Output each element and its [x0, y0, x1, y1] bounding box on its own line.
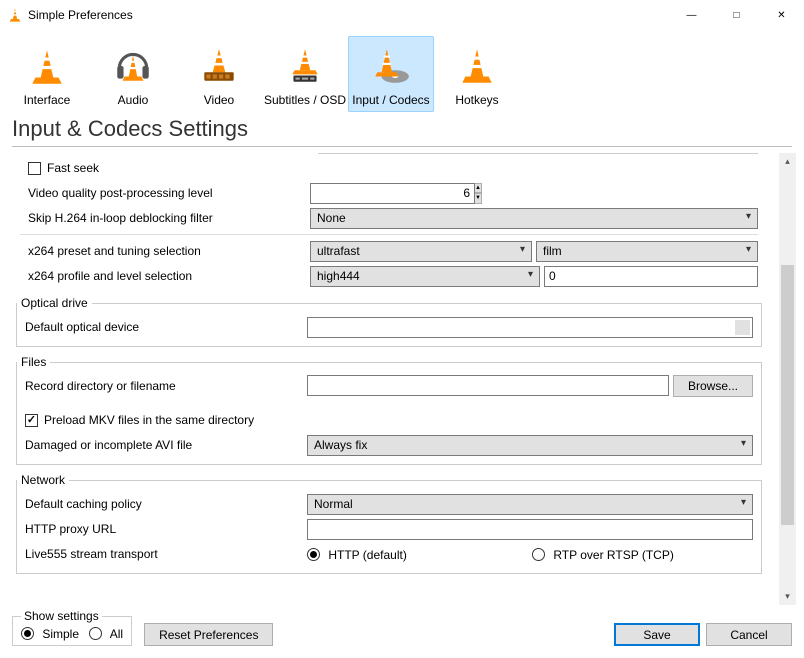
- scroll-track[interactable]: [779, 170, 796, 588]
- show-all-radio[interactable]: [89, 627, 102, 640]
- page-heading: Input & Codecs Settings: [0, 112, 804, 144]
- groupbox-cut-indicator: [318, 153, 758, 154]
- tab-label: Audio: [118, 93, 149, 107]
- tab-input-codecs[interactable]: Input / Codecs: [348, 36, 434, 112]
- tab-interface[interactable]: Interface: [4, 36, 90, 112]
- live555-label: Live555 stream transport: [25, 547, 307, 561]
- postproc-label: Video quality post-processing level: [28, 186, 310, 200]
- save-button[interactable]: Save: [614, 623, 700, 646]
- vertical-scrollbar[interactable]: ▴ ▾: [779, 153, 796, 605]
- separator: [20, 234, 758, 235]
- postproc-spinbox[interactable]: ▲ ▼: [310, 183, 400, 204]
- tab-label: Subtitles / OSD: [264, 93, 346, 107]
- x264-preset-label: x264 preset and tuning selection: [28, 244, 310, 258]
- default-optical-label: Default optical device: [25, 320, 307, 334]
- chevron-down-icon: [740, 323, 748, 331]
- record-dir-input[interactable]: [307, 375, 669, 396]
- cone-hotkey-icon: [456, 45, 498, 90]
- proxy-label: HTTP proxy URL: [25, 522, 307, 536]
- cone-sign-icon: [284, 45, 326, 90]
- files-group: Files Record directory or filename Brows…: [16, 355, 762, 465]
- caching-combo[interactable]: Normal: [307, 494, 753, 515]
- optical-group: Optical drive Default optical device: [16, 296, 762, 347]
- browse-button[interactable]: Browse...: [673, 375, 753, 397]
- damaged-avi-label: Damaged or incomplete AVI file: [25, 438, 307, 452]
- live555-http-label: HTTP (default): [328, 548, 406, 562]
- cone-icon: [26, 46, 68, 88]
- scroll-thumb[interactable]: [781, 265, 794, 525]
- tab-audio[interactable]: Audio: [90, 36, 176, 112]
- live555-http-radio[interactable]: [307, 548, 320, 561]
- skip-deblock-combo[interactable]: None: [310, 208, 758, 229]
- record-dir-label: Record directory or filename: [25, 379, 307, 393]
- tab-video[interactable]: Video: [176, 36, 262, 112]
- tab-hotkeys[interactable]: Hotkeys: [434, 36, 520, 112]
- damaged-avi-combo[interactable]: Always fix: [307, 435, 753, 456]
- titlebar: Simple Preferences — □ ✕: [0, 0, 804, 30]
- network-legend: Network: [17, 473, 69, 487]
- settings-scroll-area: Fast seek Video quality post-processing …: [12, 153, 772, 605]
- skip-deblock-label: Skip H.264 in-loop deblocking filter: [28, 211, 310, 225]
- postproc-input[interactable]: [310, 183, 475, 204]
- show-all-label: All: [110, 627, 123, 641]
- vlc-cone-icon: [8, 7, 22, 23]
- footer-bar: Show settings Simple All Reset Preferenc…: [0, 602, 804, 658]
- category-tabstrip: Interface Audio Video: [0, 30, 804, 112]
- x264-tune-combo[interactable]: film: [536, 241, 758, 262]
- preload-mkv-checkbox[interactable]: [25, 414, 38, 427]
- minimize-button[interactable]: —: [669, 0, 714, 30]
- scroll-up-icon[interactable]: ▴: [779, 153, 796, 170]
- spin-up-icon[interactable]: ▲: [475, 183, 482, 194]
- tab-label: Interface: [24, 93, 71, 107]
- live555-rtp-radio[interactable]: [532, 548, 545, 561]
- show-simple-label: Simple: [42, 627, 79, 641]
- maximize-button[interactable]: □: [714, 0, 759, 30]
- tab-label: Hotkeys: [455, 93, 498, 107]
- x264-level-input[interactable]: [544, 266, 758, 287]
- heading-separator: [12, 146, 792, 147]
- live555-rtp-label: RTP over RTSP (TCP): [553, 548, 673, 562]
- close-button[interactable]: ✕: [759, 0, 804, 30]
- preload-mkv-label: Preload MKV files in the same directory: [44, 413, 254, 427]
- fast-seek-label: Fast seek: [47, 161, 99, 175]
- show-settings-legend: Show settings: [21, 609, 102, 623]
- tab-label: Video: [204, 93, 234, 107]
- proxy-input[interactable]: [307, 519, 753, 540]
- show-simple-radio[interactable]: [21, 627, 34, 640]
- caching-label: Default caching policy: [25, 497, 307, 511]
- x264-preset-combo[interactable]: ultrafast: [310, 241, 532, 262]
- fast-seek-checkbox[interactable]: [28, 162, 41, 175]
- cone-film-icon: [198, 45, 240, 90]
- files-legend: Files: [17, 355, 50, 369]
- optical-legend: Optical drive: [17, 296, 92, 310]
- default-optical-combo[interactable]: [307, 317, 753, 338]
- x264-profile-label: x264 profile and level selection: [28, 269, 310, 283]
- cancel-button[interactable]: Cancel: [706, 623, 792, 646]
- network-group: Network Default caching policy Normal HT…: [16, 473, 762, 574]
- reset-preferences-button[interactable]: Reset Preferences: [144, 623, 273, 646]
- x264-profile-combo[interactable]: high444: [310, 266, 540, 287]
- cone-disc-icon: [370, 45, 412, 90]
- tab-subtitles[interactable]: Subtitles / OSD: [262, 36, 348, 112]
- cone-headphones-icon: [112, 45, 154, 90]
- show-settings-group: Show settings Simple All: [12, 609, 132, 646]
- tab-label: Input / Codecs: [352, 93, 429, 107]
- spin-down-icon[interactable]: ▼: [475, 193, 482, 204]
- window-title: Simple Preferences: [28, 8, 133, 22]
